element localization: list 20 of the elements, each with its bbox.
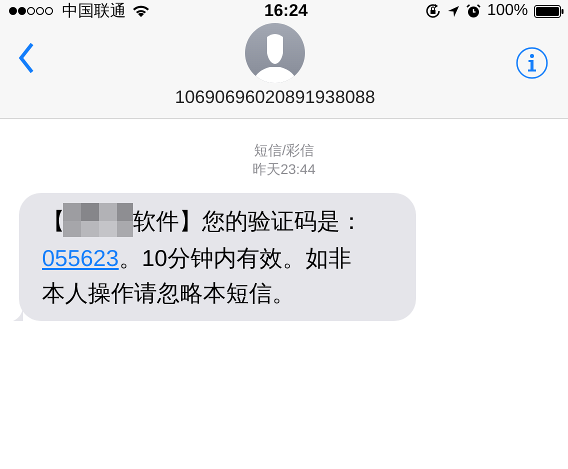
carrier-name: 中国联通 <box>62 2 126 22</box>
message-timestamp: 昨天23:44 <box>252 160 316 179</box>
service-label: 短信/彩信 <box>254 141 314 160</box>
message-text: 【 <box>42 206 65 236</box>
battery-percent: 100% <box>487 2 528 20</box>
back-chevron-icon[interactable] <box>18 42 34 74</box>
alarm-clock-icon <box>466 4 482 18</box>
clock-time: 16:24 <box>264 1 308 21</box>
contact-number: 10690696020891938088 <box>174 87 376 108</box>
location-arrow-icon <box>447 4 460 18</box>
message-text: 。10分钟内有效。如非 <box>118 244 352 273</box>
verification-code-link[interactable]: 055623 <box>42 241 119 276</box>
avatar-icon[interactable] <box>245 23 305 83</box>
message-text: 软件】您的验证码是： <box>133 206 363 236</box>
info-icon[interactable] <box>516 47 548 79</box>
battery-icon <box>534 4 564 18</box>
rotation-lock-icon <box>425 3 442 19</box>
signal-icon <box>8 6 56 16</box>
message-text: 本人操作请忽略本短信。 <box>42 279 295 308</box>
wifi-icon <box>132 4 150 18</box>
